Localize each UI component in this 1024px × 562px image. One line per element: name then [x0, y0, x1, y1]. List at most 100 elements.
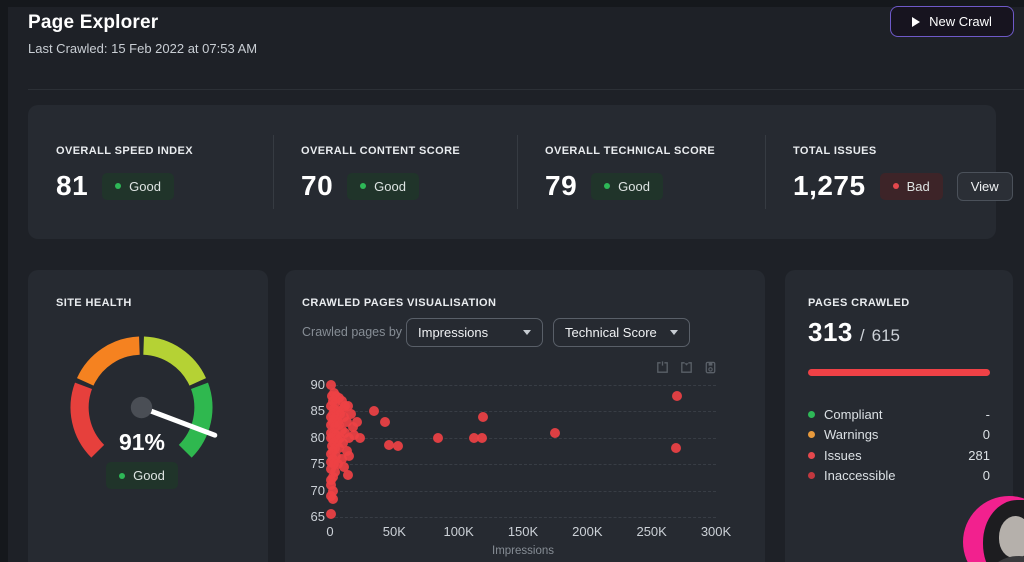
legend-value: 281 — [968, 448, 990, 463]
warnings-dot-icon — [808, 431, 815, 438]
good-dot-icon — [604, 183, 610, 189]
legend-label: Issues — [824, 448, 862, 463]
avatar-face — [999, 516, 1024, 558]
legend-label: Inaccessible — [824, 468, 896, 483]
scatter-point — [380, 417, 390, 427]
gridline — [330, 464, 716, 465]
crawled-pages-by-label: Crawled pages by — [302, 325, 402, 339]
pages-crawled-title: PAGES CRAWLED — [808, 297, 910, 309]
view-issues-button[interactable]: View — [957, 172, 1013, 201]
box-select-icon[interactable] — [655, 360, 670, 375]
stat-total-issues: TOTAL ISSUES 1,275 Bad View — [765, 105, 996, 239]
good-dot-icon — [360, 183, 366, 189]
x-tick-label: 250K — [636, 524, 666, 539]
y-tick-label: 80 — [287, 430, 325, 445]
legend-value: - — [986, 407, 990, 422]
y-metric-dropdown[interactable]: Technical Score — [553, 318, 690, 347]
stat-label: OVERALL TECHNICAL SCORE — [545, 145, 765, 157]
scatter-point — [328, 494, 338, 504]
legend-label: Warnings — [824, 427, 878, 442]
new-crawl-button[interactable]: New Crawl — [890, 6, 1014, 37]
bad-dot-icon — [893, 183, 899, 189]
scatter-point — [433, 433, 443, 443]
x-axis-title: Impressions — [330, 545, 716, 557]
y-tick-label: 85 — [287, 403, 325, 418]
crawled-pages-visualisation-card: CRAWLED PAGES VISUALISATION Crawled page… — [285, 270, 765, 562]
site-health-card: SITE HEALTH 91% Good — [28, 270, 268, 562]
overview-stats-card: OVERALL SPEED INDEX 81 Good OVERALL CONT… — [28, 105, 996, 239]
header-divider — [28, 89, 1024, 90]
scatter-point — [477, 433, 487, 443]
site-health-value: 91% — [42, 429, 242, 456]
x-tick-label: 0 — [326, 524, 333, 539]
scatter-point — [343, 470, 353, 480]
x-tick-label: 200K — [572, 524, 602, 539]
y-tick-label: 90 — [287, 377, 325, 392]
total-value: 615 — [872, 326, 900, 346]
scatter-point — [478, 412, 488, 422]
stat-content-score: OVERALL CONTENT SCORE 70 Good — [273, 105, 517, 239]
legend-value: 0 — [983, 427, 990, 442]
gauge-segment-orange — [85, 346, 139, 382]
legend-label: Compliant — [824, 407, 883, 422]
compliant-dot-icon — [808, 411, 815, 418]
status-badge: Good — [347, 173, 419, 200]
status-badge: Good — [102, 173, 174, 200]
scatter-point — [355, 433, 365, 443]
stat-divider — [765, 135, 766, 209]
good-dot-icon — [115, 183, 121, 189]
gridline — [330, 411, 716, 412]
x-tick-label: 300K — [701, 524, 731, 539]
stat-divider — [517, 135, 518, 209]
x-tick-label: 100K — [443, 524, 473, 539]
stat-speed-index: OVERALL SPEED INDEX 81 Good — [28, 105, 273, 239]
x-metric-value: Impressions — [418, 325, 488, 340]
x-tick-label: 150K — [508, 524, 538, 539]
gridline — [330, 438, 716, 439]
status-badge: Bad — [880, 173, 943, 200]
y-tick-label: 75 — [287, 456, 325, 471]
save-image-icon[interactable] — [703, 360, 718, 375]
scatter-point — [326, 509, 336, 519]
viz-title: CRAWLED PAGES VISUALISATION — [302, 297, 496, 309]
scatter-point — [550, 428, 560, 438]
good-dot-icon — [119, 473, 125, 479]
scatter-point — [672, 391, 682, 401]
pages-crawled-count: 313 / 615 — [808, 317, 900, 348]
reset-zoom-icon[interactable] — [679, 360, 694, 375]
stat-value: 1,275 — [793, 170, 866, 202]
chevron-down-icon — [523, 330, 531, 335]
crawled-value: 313 — [808, 317, 853, 348]
chevron-down-icon — [670, 330, 678, 335]
gridline — [330, 517, 716, 518]
inaccessible-dot-icon — [808, 472, 815, 479]
site-health-title: SITE HEALTH — [56, 297, 132, 309]
new-crawl-label: New Crawl — [929, 14, 992, 29]
chart-toolbar — [655, 360, 718, 375]
gridline — [330, 385, 716, 386]
scatter-point — [671, 443, 681, 453]
crawl-progress-bar — [808, 369, 990, 376]
scatter-point — [352, 417, 362, 427]
issues-dot-icon — [808, 452, 815, 459]
legend-row-warnings: Warnings 0 — [808, 425, 990, 446]
x-metric-dropdown[interactable]: Impressions — [406, 318, 543, 347]
crawl-status-legend: Compliant - Warnings 0 Issues 281 Inacce… — [808, 404, 990, 486]
y-metric-value: Technical Score — [565, 325, 657, 340]
stat-divider — [273, 135, 274, 209]
stat-label: OVERALL SPEED INDEX — [56, 145, 273, 157]
gauge-segment-yellowgreen — [144, 346, 198, 382]
page-title: Page Explorer — [28, 12, 158, 34]
gridline — [330, 491, 716, 492]
play-icon — [912, 17, 920, 27]
scatter-point — [369, 406, 379, 416]
legend-row-compliant: Compliant - — [808, 404, 990, 425]
legend-value: 0 — [983, 468, 990, 483]
y-axis-labels: 908580757065 — [287, 385, 325, 517]
y-tick-label: 65 — [287, 509, 325, 524]
stat-technical-score: OVERALL TECHNICAL SCORE 79 Good — [517, 105, 765, 239]
x-axis-labels: 050K100K150K200K250K300K — [330, 524, 716, 540]
legend-row-issues: Issues 281 — [808, 445, 990, 466]
count-separator: / — [860, 326, 865, 346]
site-health-badge: Good — [106, 462, 178, 489]
